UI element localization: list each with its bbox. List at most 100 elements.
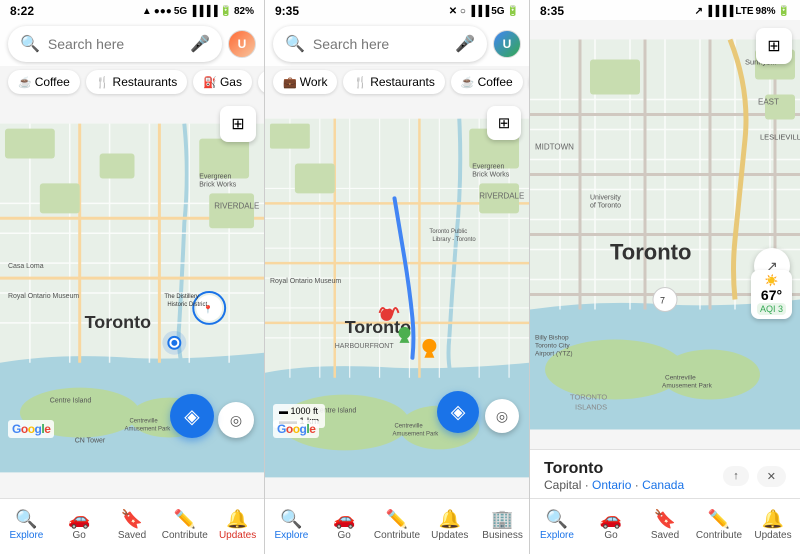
chip-gas[interactable]: ⛽ Gas	[193, 70, 252, 94]
svg-text:Toronto City: Toronto City	[535, 343, 570, 350]
search-input-2[interactable]: 🔍 Search here 🎤	[273, 26, 487, 62]
map-svg-3: Toronto Sunnyb... EAST LESLIEVILLE MIDTO…	[530, 20, 800, 449]
business-icon-2: 🏢	[491, 510, 513, 528]
chip-coffee-2[interactable]: ☕ Coffee	[451, 70, 523, 94]
close-icon: ✕	[767, 470, 776, 483]
status-icons-3: ↗ ▐▐▐▐ LTE 98% 🔋	[695, 6, 790, 17]
nav-contribute-3[interactable]: ✏️ Contribute	[692, 510, 746, 541]
svg-text:Evergreen: Evergreen	[199, 173, 231, 180]
chip-coffee[interactable]: ☕ Coffee	[8, 70, 80, 94]
status-icons-2: ✕ ○ ▐▐▐ 5G 🔋	[449, 6, 519, 17]
map-area-1[interactable]: Toronto Casa Loma Royal Ontario Museum E…	[0, 98, 264, 498]
chip-restaurants-2[interactable]: 🍴 Restaurants	[343, 70, 444, 94]
signal-icon: ●●●	[154, 6, 172, 17]
navigate-fab[interactable]: ◈	[170, 394, 214, 438]
nav-explore-label-3: Explore	[540, 530, 574, 541]
layers-btn[interactable]: ⊞	[220, 106, 256, 142]
nav-go-label-3: Go	[604, 530, 617, 541]
province-link[interactable]: Ontario	[592, 478, 631, 492]
svg-text:Airport (YTZ): Airport (YTZ)	[535, 351, 573, 358]
compass-icon-2: ◎	[496, 408, 508, 425]
bottom-nav-2: 🔍 Explore 🚗 Go ✏️ Contribute 🔔 Updates 🏢…	[265, 498, 529, 554]
svg-text:Royal Ontario Museum: Royal Ontario Museum	[8, 293, 79, 300]
avatar-1[interactable]: U	[228, 30, 256, 58]
nav-go-1[interactable]: 🚗 Go	[53, 510, 106, 541]
nav-saved-label-3: Saved	[651, 530, 679, 541]
battery-icon: 🔋	[220, 6, 232, 17]
svg-text:ISLANDS: ISLANDS	[575, 403, 607, 412]
nav-business-2[interactable]: 🏢 Business	[476, 510, 529, 541]
layers-btn-2[interactable]: ⊞	[487, 106, 521, 140]
nav-updates-1[interactable]: 🔔 Updates	[211, 510, 264, 541]
nav-explore-label-2: Explore	[274, 530, 308, 541]
nav-contribute-label-3: Contribute	[696, 530, 742, 541]
phone-2: 9:35 ✕ ○ ▐▐▐ 5G 🔋 🔍 Search here 🎤 U 💼 Wo…	[265, 0, 530, 554]
svg-text:Amusement Park: Amusement Park	[662, 383, 713, 390]
map-svg-1: Toronto Casa Loma Royal Ontario Museum E…	[0, 98, 264, 498]
phone-3: 8:35 ↗ ▐▐▐▐ LTE 98% 🔋	[530, 0, 800, 554]
nav-explore-1[interactable]: 🔍 Explore	[0, 510, 53, 541]
nav-go-3[interactable]: 🚗 Go	[584, 510, 638, 541]
search-icon-2: 🔍	[285, 34, 305, 54]
chip-groceries[interactable]: 🛒 Groceries	[258, 70, 264, 94]
map-area-3[interactable]: Toronto Sunnyb... EAST LESLIEVILLE MIDTO…	[530, 20, 800, 449]
nav-explore-3[interactable]: 🔍 Explore	[530, 510, 584, 541]
chip-work-label: Work	[300, 75, 328, 89]
compass-btn[interactable]: ◎	[218, 402, 254, 438]
chip-work[interactable]: 💼 Work	[273, 70, 337, 94]
weather-temp: 67°	[761, 287, 782, 303]
nav-contribute-label-1: Contribute	[162, 530, 208, 541]
google-logo-2: Google	[273, 420, 319, 438]
nav-explore-2[interactable]: 🔍 Explore	[265, 510, 318, 541]
svg-text:EAST: EAST	[758, 98, 779, 107]
svg-text:Toronto: Toronto	[85, 312, 151, 332]
layers-btn-3[interactable]: ⊞	[756, 28, 792, 64]
go-icon-2: 🚗	[333, 510, 355, 528]
nav-business-label-2: Business	[482, 530, 523, 541]
country-link[interactable]: Canada	[642, 478, 684, 492]
coffee-icon-2: ☕	[461, 76, 475, 89]
chip-restaurants[interactable]: 🍴 Restaurants	[86, 70, 187, 94]
search-placeholder-1: Search here	[48, 36, 182, 52]
share-btn[interactable]: ↑	[723, 466, 749, 486]
svg-text:Amusement Park: Amusement Park	[125, 426, 171, 432]
nav-updates-3[interactable]: 🔔 Updates	[746, 510, 800, 541]
nav-contribute-1[interactable]: ✏️ Contribute	[158, 510, 211, 541]
nav-saved-3[interactable]: 🔖 Saved	[638, 510, 692, 541]
restaurants-icon-2: 🍴	[353, 76, 367, 89]
mic-icon[interactable]: 🎤	[190, 34, 210, 54]
chip-restaurants-label-2: Restaurants	[370, 75, 435, 89]
close-btn[interactable]: ✕	[757, 466, 786, 487]
avatar-2[interactable]: U	[493, 30, 521, 58]
svg-text:Historic District: Historic District	[167, 302, 207, 308]
saved-icon-3: 🔖	[654, 510, 676, 528]
battery-pct-3: 98%	[756, 6, 776, 17]
card-subtitle: Capital · Ontario · Canada	[544, 478, 684, 492]
navigate-icon: ◈	[184, 404, 199, 429]
svg-text:Billy Bishop: Billy Bishop	[535, 335, 569, 342]
svg-text:CN Tower: CN Tower	[75, 437, 106, 444]
nav-saved-1[interactable]: 🔖 Saved	[106, 510, 159, 541]
nav-updates-label-3: Updates	[754, 530, 791, 541]
coffee-icon: ☕	[18, 76, 32, 89]
svg-text:RIVERDALE: RIVERDALE	[479, 191, 524, 200]
card-subtitle-text: Capital ·	[544, 478, 592, 492]
compass-btn-2[interactable]: ◎	[485, 399, 519, 433]
saved-icon: 🔖	[121, 510, 143, 528]
work-icon: 💼	[283, 76, 297, 89]
network-type-2: 5G	[491, 6, 504, 17]
explore-icon-2: 🔍	[280, 510, 302, 528]
map-area-2[interactable]: Toronto Royal Ontario Museum Evergreen B…	[265, 98, 529, 498]
svg-text:LESLIEVILLE: LESLIEVILLE	[760, 133, 800, 142]
share-icon: ↑	[733, 470, 739, 482]
search-input-1[interactable]: 🔍 Search here 🎤	[8, 26, 222, 62]
nav-go-2[interactable]: 🚗 Go	[318, 510, 371, 541]
nav-updates-2[interactable]: 🔔 Updates	[423, 510, 476, 541]
map-svg-2: Toronto Royal Ontario Museum Evergreen B…	[265, 98, 529, 498]
arrow-icon: ↗	[695, 6, 703, 17]
nav-contribute-2[interactable]: ✏️ Contribute	[371, 510, 424, 541]
map-icon-3: ⊞	[767, 36, 780, 56]
weather-aqi: AQI 3	[757, 303, 786, 315]
mic-icon-2[interactable]: 🎤	[455, 34, 475, 54]
navigate-fab-2[interactable]: ◈	[437, 391, 479, 433]
